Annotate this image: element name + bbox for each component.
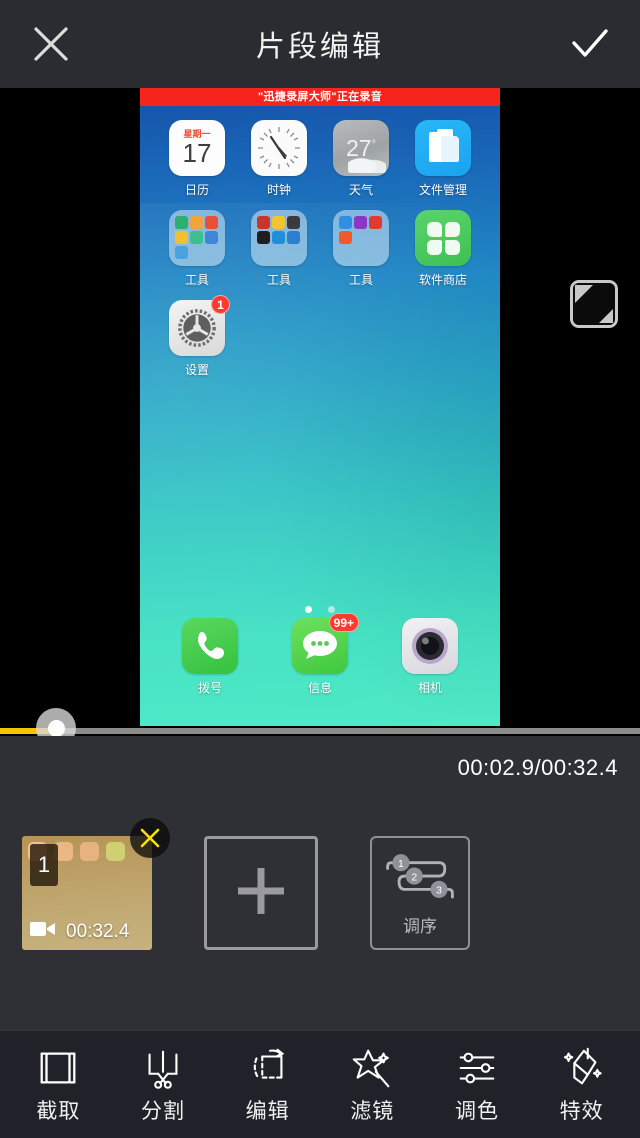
app-screen: 片段编辑 "迅捷录屏大师"正在录音 星期一 17 日历 时钟 27° 天气 文件… xyxy=(0,0,640,1138)
page-indicator xyxy=(140,600,500,618)
app-icon-file-manager[interactable]: 文件管理 xyxy=(402,120,484,198)
clock-icon xyxy=(251,120,307,176)
folder-tools-1[interactable]: 工具 xyxy=(156,210,238,288)
app-label: 文件管理 xyxy=(418,183,467,197)
svg-text:2: 2 xyxy=(411,872,417,883)
clip-item[interactable]: 1 00:32.4 xyxy=(22,818,170,950)
calendar-icon: 星期一 17 xyxy=(169,120,225,176)
clip-meta: 00:32.4 xyxy=(30,920,144,943)
tool-crop[interactable]: 截取 xyxy=(12,1044,104,1125)
app-icon-settings[interactable]: 1 设置 xyxy=(156,295,238,378)
recorded-home-screen: "迅捷录屏大师"正在录音 星期一 17 日历 时钟 27° 天气 文件管理 工具… xyxy=(140,88,500,726)
weather-icon: 27° xyxy=(333,120,389,176)
dock-item-camera[interactable]: 相机 xyxy=(389,618,471,696)
dock-bar: 拨号 99+ 信息 相机 xyxy=(140,613,500,708)
page-title: 片段编辑 xyxy=(255,31,384,63)
scrubber-track[interactable] xyxy=(0,728,640,734)
reorder-button[interactable]: 1 2 3 调序 xyxy=(370,836,470,950)
app-label: 天气 xyxy=(348,183,373,197)
tool-color[interactable]: 调色 xyxy=(431,1044,523,1125)
app-label: 相机 xyxy=(417,681,442,695)
delete-x-icon[interactable] xyxy=(130,818,170,858)
header-bar: 片段编辑 xyxy=(0,0,640,88)
video-camera-icon xyxy=(30,920,56,943)
app-label: 信息 xyxy=(307,681,332,695)
check-icon[interactable] xyxy=(566,21,612,67)
contrast-split-icon[interactable] xyxy=(570,280,618,328)
folder-icon xyxy=(251,210,307,266)
app-store-icon xyxy=(415,210,471,266)
messages-badge: 99+ xyxy=(328,613,359,632)
magic-wand-icon xyxy=(326,1044,418,1092)
app-icon-app-store[interactable]: 软件商店 xyxy=(402,210,484,288)
tool-edit[interactable]: 编辑 xyxy=(222,1044,314,1125)
app-label: 工具 xyxy=(266,273,291,287)
svg-text:3: 3 xyxy=(436,886,442,897)
app-grid: 星期一 17 日历 时钟 27° 天气 文件管理 工具 工具 工具 软件商店 1… xyxy=(140,106,500,390)
folder-tools-3[interactable]: 工具 xyxy=(320,210,402,288)
app-icon-clock[interactable]: 时钟 xyxy=(238,120,320,198)
folder-icon xyxy=(333,210,389,266)
app-icon-weather[interactable]: 27° 天气 xyxy=(320,120,402,198)
phone-icon xyxy=(182,618,238,674)
app-icon-calendar[interactable]: 星期一 17 日历 xyxy=(156,120,238,198)
reorder-label: 调序 xyxy=(403,917,437,936)
page-dot-active xyxy=(304,606,312,613)
tool-label: 滤镜 xyxy=(350,1100,395,1123)
reorder-flow-icon: 1 2 3 xyxy=(380,849,460,910)
scissors-icon xyxy=(117,1044,209,1092)
camera-icon xyxy=(402,618,458,674)
close-x-icon[interactable] xyxy=(28,21,74,67)
tool-label: 分割 xyxy=(140,1100,185,1123)
cloud-shape-icon xyxy=(348,153,386,173)
dock-item-dialer[interactable]: 拨号 xyxy=(169,618,251,696)
brush-sparkle-icon xyxy=(536,1044,628,1092)
app-label: 工具 xyxy=(184,273,209,287)
tool-split[interactable]: 分割 xyxy=(117,1044,209,1125)
clip-index-badge: 1 xyxy=(30,844,58,886)
timeline-scrubber[interactable] xyxy=(0,708,640,748)
calendar-day: 17 xyxy=(182,138,212,168)
app-label: 拨号 xyxy=(197,681,222,695)
clip-duration: 00:32.4 xyxy=(66,920,130,942)
app-label: 设置 xyxy=(184,363,209,377)
bottom-toolbar: 截取 分割 编辑 滤镜 调色 特效 xyxy=(0,1030,640,1138)
tool-label: 截取 xyxy=(36,1100,81,1123)
recording-banner: "迅捷录屏大师"正在录音 xyxy=(140,88,500,106)
tool-label: 编辑 xyxy=(245,1100,290,1123)
tool-label: 特效 xyxy=(559,1100,604,1123)
crop-brackets-icon xyxy=(12,1044,104,1092)
svg-text:1: 1 xyxy=(398,859,404,870)
plus-icon xyxy=(226,856,296,931)
sliders-icon xyxy=(431,1044,523,1092)
tool-filter[interactable]: 滤镜 xyxy=(326,1044,418,1125)
rotate-crop-icon xyxy=(222,1044,314,1092)
tool-effects[interactable]: 特效 xyxy=(536,1044,628,1125)
folder-icon xyxy=(169,210,225,266)
add-clip-button[interactable] xyxy=(204,836,318,950)
time-display-bar: 00:02.9/00:32.4 xyxy=(0,736,640,800)
playback-time: 00:02.9/00:32.4 xyxy=(457,755,618,780)
settings-badge: 1 xyxy=(211,295,230,314)
app-label: 日历 xyxy=(184,183,209,197)
video-preview-stage[interactable]: "迅捷录屏大师"正在录音 星期一 17 日历 时钟 27° 天气 文件管理 工具… xyxy=(0,88,640,726)
app-label: 软件商店 xyxy=(418,273,467,287)
folder-tools-2[interactable]: 工具 xyxy=(238,210,320,288)
page-dot xyxy=(328,606,336,613)
clip-tray: 1 00:32.4 1 2 3 调序 xyxy=(0,800,640,1030)
dock-item-messages[interactable]: 99+ 信息 xyxy=(279,613,361,696)
clip-thumbnail[interactable]: 1 00:32.4 xyxy=(22,836,152,950)
app-label: 时钟 xyxy=(266,183,291,197)
file-manager-icon xyxy=(415,120,471,176)
tool-label: 调色 xyxy=(454,1100,499,1123)
app-label: 工具 xyxy=(348,273,373,287)
